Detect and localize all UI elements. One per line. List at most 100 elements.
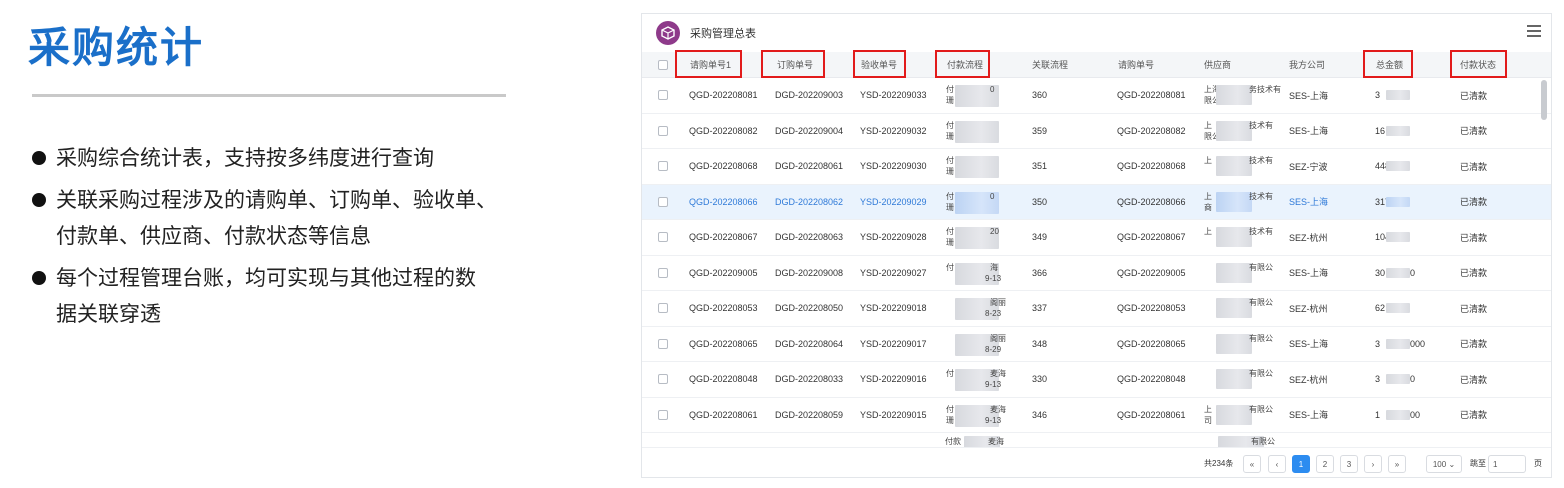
cell-req2[interactable]: QGD-202209005 (1117, 268, 1186, 278)
cell-check[interactable]: YSD-202209030 (860, 161, 927, 171)
row-checkbox[interactable] (658, 267, 668, 278)
row-checkbox[interactable] (658, 338, 668, 349)
col-header-req2[interactable]: 请购单号 (1118, 58, 1154, 71)
cell-req2[interactable]: QGD-202208067 (1117, 232, 1186, 242)
col-header-check[interactable]: 验收单号 (861, 58, 897, 71)
cell-flow[interactable]: 330 (1032, 374, 1047, 384)
cell-order[interactable]: DGD-202209008 (775, 268, 843, 278)
cell-req2[interactable]: QGD-202208066 (1117, 197, 1186, 207)
cell-order[interactable]: DGD-202209003 (775, 90, 843, 100)
cell-req2[interactable]: QGD-202208082 (1117, 126, 1186, 136)
row-checkbox[interactable] (658, 303, 668, 313)
cell-req2[interactable]: QGD-202208048 (1117, 374, 1186, 384)
cell-check[interactable]: YSD-202209032 (860, 126, 927, 136)
cell-check[interactable]: YSD-202209016 (860, 374, 927, 384)
cell-company[interactable]: SES-上海 (1289, 337, 1328, 350)
cell-check[interactable]: YSD-202209028 (860, 232, 927, 242)
cell-order[interactable]: DGD-202208062 (775, 197, 843, 207)
cell-flow[interactable]: 348 (1032, 339, 1047, 349)
cell-company[interactable]: SEZ-杭州 (1289, 302, 1328, 315)
col-header-flow[interactable]: 关联流程 (1032, 58, 1068, 71)
select-all-checkbox[interactable] (658, 60, 668, 70)
cell-company[interactable]: SES-上海 (1289, 89, 1328, 102)
cell-req2[interactable]: QGD-202208061 (1117, 410, 1186, 420)
cell-order[interactable]: DGD-202208063 (775, 232, 843, 242)
row-checkbox[interactable] (658, 161, 668, 171)
col-header-pay[interactable]: 付款流程 (947, 58, 983, 71)
page-3-button[interactable]: 3 (1340, 455, 1358, 473)
cell-order[interactable]: DGD-202208033 (775, 374, 843, 384)
next-page-button[interactable]: › (1364, 455, 1382, 473)
table-row[interactable]: QGD-202208068 DGD-202208061 YSD-202209030 付… (642, 149, 1551, 185)
cell-req[interactable]: QGD-202209005 (689, 268, 758, 278)
cell-req[interactable]: QGD-202208081 (689, 90, 758, 100)
cell-req[interactable]: QGD-202208053 (689, 303, 758, 313)
prev-page-button[interactable]: ‹ (1268, 455, 1286, 473)
cell-flow[interactable]: 360 (1032, 90, 1047, 100)
col-header-order[interactable]: 订购单号 (777, 58, 813, 71)
cell-req[interactable]: QGD-202208082 (689, 126, 758, 136)
table-row[interactable]: QGD-202208061 DGD-202208059 YSD-202209015 付… (642, 398, 1551, 433)
cell-check[interactable]: YSD-202209027 (860, 268, 927, 278)
cell-req[interactable]: QGD-202208065 (689, 339, 758, 349)
cell-check[interactable]: YSD-202209018 (860, 303, 927, 313)
table-row[interactable]: QGD-202208065 DGD-202208064 YSD-202209017 阁… (642, 327, 1551, 362)
cell-company[interactable]: SEZ-杭州 (1289, 231, 1328, 244)
cell-req[interactable]: QGD-202208061 (689, 410, 758, 420)
col-header-company[interactable]: 我方公司 (1289, 58, 1325, 71)
cell-req2[interactable]: QGD-202208068 (1117, 161, 1186, 171)
cell-flow[interactable]: 350 (1032, 197, 1047, 207)
cell-company[interactable]: SEZ-杭州 (1289, 373, 1328, 386)
cell-order[interactable]: DGD-202208064 (775, 339, 843, 349)
cell-check[interactable]: YSD-202209029 (860, 197, 927, 207)
cell-company[interactable]: SES-上海 (1289, 195, 1328, 208)
row-checkbox[interactable] (658, 90, 668, 100)
col-header-amount[interactable]: 总金额 (1376, 58, 1403, 71)
row-checkbox[interactable] (658, 374, 668, 384)
row-checkbox[interactable] (658, 409, 668, 420)
cell-flow[interactable]: 366 (1032, 268, 1047, 278)
table-row[interactable]: QGD-202209005 DGD-202209008 YSD-202209027 付… (642, 256, 1551, 291)
cell-req2[interactable]: QGD-202208053 (1117, 303, 1186, 313)
cell-company[interactable]: SEZ-宁波 (1289, 160, 1328, 173)
cell-company[interactable]: SES-上海 (1289, 124, 1328, 137)
cell-req2[interactable]: QGD-202208065 (1117, 339, 1186, 349)
cell-company[interactable]: SES-上海 (1289, 266, 1328, 279)
table-row[interactable]: QGD-202208066 DGD-202208062 YSD-202209029 付… (642, 184, 1551, 220)
table-row[interactable]: QGD-202208081 DGD-202209003 YSD-202209033 付… (642, 78, 1551, 114)
col-header-status[interactable]: 付款状态 (1460, 58, 1496, 71)
page-size-select[interactable]: 100 ⌄ (1426, 455, 1462, 473)
cell-order[interactable]: DGD-202208059 (775, 410, 843, 420)
last-page-button[interactable]: » (1388, 455, 1406, 473)
cell-req[interactable]: QGD-202208068 (689, 161, 758, 171)
row-checkbox[interactable] (658, 196, 668, 207)
cell-flow[interactable]: 337 (1032, 303, 1047, 313)
vertical-scrollbar[interactable] (1541, 80, 1547, 120)
table-row[interactable]: QGD-202208053 DGD-202208050 YSD-202209018 阁… (642, 291, 1551, 327)
cell-order[interactable]: DGD-202208050 (775, 303, 843, 313)
table-row[interactable]: QGD-202208067 DGD-202208063 YSD-202209028 付… (642, 220, 1551, 256)
cell-flow[interactable]: 346 (1032, 410, 1047, 420)
cell-check[interactable]: YSD-202209017 (860, 339, 927, 349)
cell-req[interactable]: QGD-202208048 (689, 374, 758, 384)
page-1-button[interactable]: 1 (1292, 455, 1310, 473)
cell-req[interactable]: QGD-202208067 (689, 232, 758, 242)
cell-req[interactable]: QGD-202208066 (689, 197, 758, 207)
cell-check[interactable]: YSD-202209015 (860, 410, 927, 420)
first-page-button[interactable]: « (1243, 455, 1261, 473)
col-header-supplier[interactable]: 供应商 (1204, 58, 1231, 71)
menu-icon[interactable] (1527, 25, 1541, 37)
col-header-req[interactable]: 请购单号1 (690, 58, 731, 71)
cell-check[interactable]: YSD-202209033 (860, 90, 927, 100)
table-row[interactable]: QGD-202208048 DGD-202208033 YSD-202209016 付… (642, 362, 1551, 398)
row-checkbox[interactable] (658, 232, 668, 242)
cell-flow[interactable]: 351 (1032, 161, 1047, 171)
cell-flow[interactable]: 359 (1032, 126, 1047, 136)
cell-flow[interactable]: 349 (1032, 232, 1047, 242)
cell-company[interactable]: SES-上海 (1289, 408, 1328, 421)
row-checkbox[interactable] (658, 125, 668, 136)
cell-req2[interactable]: QGD-202208081 (1117, 90, 1186, 100)
table-row[interactable]: QGD-202208082 DGD-202209004 YSD-202209032 付… (642, 114, 1551, 149)
cell-order[interactable]: DGD-202208061 (775, 161, 843, 171)
cell-order[interactable]: DGD-202209004 (775, 126, 843, 136)
